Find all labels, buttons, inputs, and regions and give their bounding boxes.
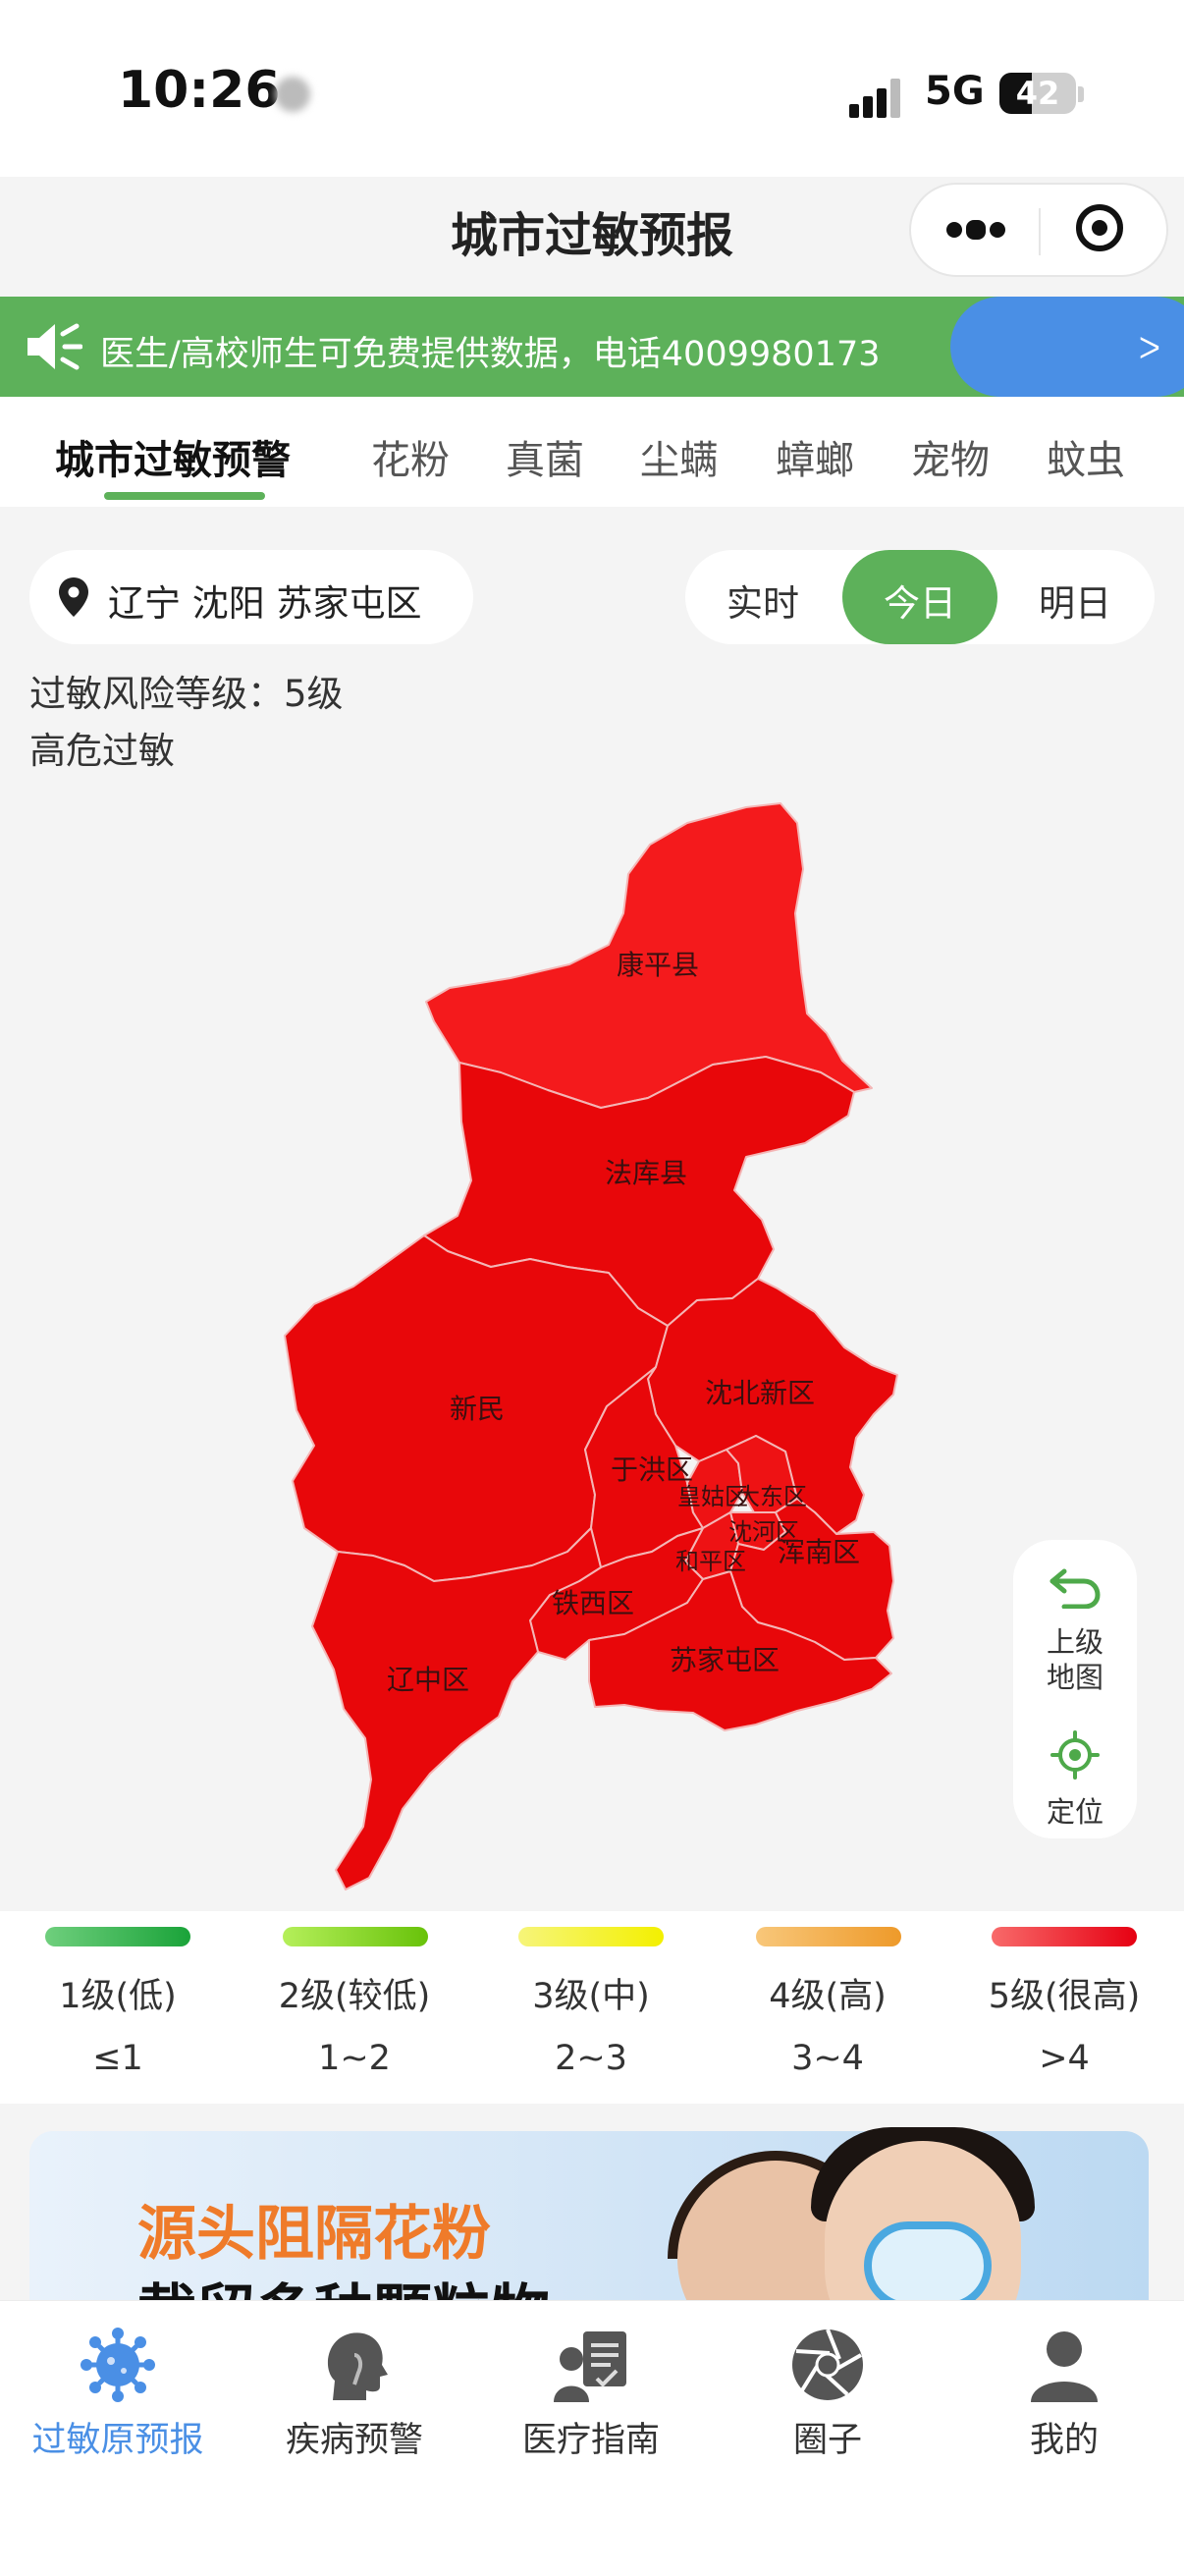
- up-level-label-2: 地图: [1046, 1661, 1103, 1694]
- legend-bar-level-3: [518, 1927, 664, 1946]
- legend-range-level-4: 3~4: [791, 2039, 864, 2078]
- legend-name-level-2: 2级(较低): [278, 1977, 431, 2016]
- map-label-heping: 和平区: [675, 1548, 746, 1575]
- tab-dust-mite[interactable]: 尘螨: [640, 428, 719, 485]
- region-liaozhong[interactable]: [311, 1527, 602, 1891]
- risk-level-text: 过敏风险等级：5级: [29, 673, 344, 715]
- nav-allergen-forecast[interactable]: 过敏原预报: [0, 2412, 236, 2462]
- legend-name-level-4: 4级(高): [769, 1977, 887, 2016]
- map-label-shenbei: 沈北新区: [705, 1377, 815, 1409]
- ad-headline: 源头阻隔花粉: [137, 2200, 491, 2269]
- legend-range-level-1: ≤1: [92, 2039, 143, 2078]
- legend-name-level-5: 5级(很高): [988, 1977, 1141, 2016]
- battery-level-text: 42: [1015, 75, 1060, 112]
- map-label-tiexi: 铁西区: [552, 1587, 634, 1619]
- legend-range-level-2: 1~2: [318, 2039, 391, 2078]
- legend-bar-level-2: [283, 1927, 428, 1946]
- tab-pet[interactable]: 宠物: [911, 428, 990, 485]
- blurred-indicator: [275, 77, 310, 112]
- tab-pollen[interactable]: 花粉: [371, 428, 450, 485]
- map-label-sujiatun: 苏家屯区: [670, 1644, 780, 1676]
- speaker-icon: [27, 323, 82, 370]
- map-label-faku: 法库县: [605, 1157, 687, 1189]
- map-label-kangping: 康平县: [617, 949, 699, 981]
- tab-cockroach[interactable]: 蟑螂: [776, 428, 854, 485]
- location-text: 辽宁 沈阳 苏家屯区: [108, 582, 422, 625]
- up-level-map-button[interactable]: 上级 地图: [1013, 1624, 1137, 1695]
- legend-bar-level-4: [756, 1927, 901, 1946]
- map-label-xinmin: 新民: [450, 1393, 505, 1425]
- status-time: 10:26: [118, 61, 281, 120]
- back-up-level-icon[interactable]: [1049, 1567, 1102, 1609]
- tab-mosquito[interactable]: 蚊虫: [1047, 428, 1125, 485]
- tab-city-allergy-alert[interactable]: 城市过敏预警: [55, 428, 291, 485]
- locate-button-label[interactable]: 定位: [1013, 1789, 1137, 1831]
- nav-mine[interactable]: 我的: [946, 2412, 1182, 2462]
- up-level-label-1: 上级: [1046, 1625, 1103, 1659]
- map-label-liaozhong: 辽中区: [387, 1664, 469, 1696]
- legend-range-level-3: 2~3: [555, 2039, 627, 2078]
- virus-icon[interactable]: [79, 2326, 157, 2404]
- active-tab-indicator: [104, 492, 265, 500]
- more-icon[interactable]: [946, 220, 1005, 242]
- doctor-report-icon[interactable]: [552, 2326, 630, 2404]
- mini-program-capsule: [909, 183, 1168, 277]
- signal-icon: [849, 77, 908, 118]
- legend-name-level-1: 1级(低): [59, 1977, 177, 2016]
- person-icon[interactable]: [1025, 2326, 1103, 2404]
- legend-bar-level-5: [992, 1927, 1137, 1946]
- tab-fungus[interactable]: 真菌: [506, 428, 584, 485]
- map-label-dadong: 大东区: [736, 1483, 807, 1510]
- segment-tomorrow[interactable]: 明日: [1001, 574, 1149, 627]
- aperture-icon[interactable]: [788, 2326, 867, 2404]
- ad-mask-image: [864, 2221, 992, 2310]
- network-type: 5G: [925, 69, 985, 114]
- map-label-hunnan: 浑南区: [778, 1536, 860, 1568]
- close-miniprogram-icon[interactable]: [1076, 204, 1123, 251]
- segment-today[interactable]: 今日: [846, 574, 994, 627]
- notice-text: 医生/高校师生可免费提供数据，电话4009980173: [100, 335, 881, 374]
- legend-bar-level-1: [45, 1927, 190, 1946]
- capsule-divider: [1039, 208, 1041, 255]
- notice-arrow-icon: ᐳ: [1139, 332, 1160, 366]
- locate-icon[interactable]: [1050, 1730, 1100, 1780]
- district-map[interactable]: 康平县 法库县 新民 沈北新区 于洪区 皇姑区 大东区 沈河区 和平区 浑南区 …: [0, 766, 1184, 1905]
- battery-tip: [1078, 86, 1084, 102]
- location-pin-icon: [59, 577, 88, 617]
- segment-realtime[interactable]: 实时: [689, 574, 836, 627]
- battery-icon: 42: [999, 73, 1076, 114]
- legend-name-level-3: 3级(中): [532, 1977, 650, 2016]
- head-profile-icon[interactable]: [315, 2326, 394, 2404]
- nav-circle[interactable]: 圈子: [710, 2412, 945, 2462]
- nav-disease-alert[interactable]: 疾病预警: [237, 2412, 472, 2462]
- nav-medical-guide[interactable]: 医疗指南: [473, 2412, 709, 2462]
- legend-range-level-5: >4: [1039, 2039, 1090, 2078]
- map-label-yuhong: 于洪区: [611, 1453, 693, 1486]
